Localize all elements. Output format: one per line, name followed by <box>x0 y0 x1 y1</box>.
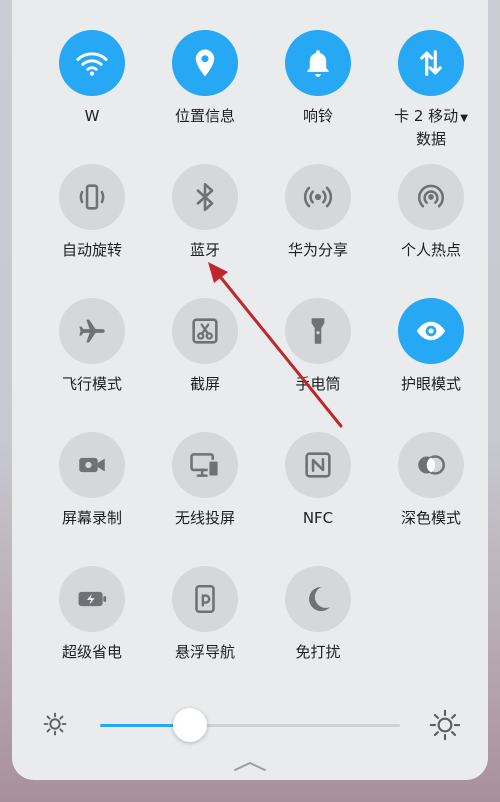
tile-screen-record[interactable]: 屏幕录制 <box>37 432 147 529</box>
tile-mobile-data-label-line2: 数据 <box>415 130 446 148</box>
tile-screenshot[interactable]: 截屏 <box>150 298 260 395</box>
brightness-slider[interactable] <box>0 702 500 748</box>
tile-mobile-data[interactable]: 卡 2 移动 ▼ 数据 <box>376 30 486 150</box>
tile-auto-rotate[interactable]: 自动旋转 <box>37 164 147 261</box>
tile-nfc[interactable]: NFC <box>263 432 373 529</box>
tile-floating-nav[interactable]: 悬浮导航 <box>150 566 260 663</box>
tile-nfc-button[interactable] <box>285 432 351 498</box>
tile-mobile-data-label-line1: 卡 2 移动 <box>394 107 459 125</box>
brightness-low-icon <box>43 712 67 736</box>
tile-eye-comfort[interactable]: 护眼模式 <box>376 298 486 395</box>
tile-wireless-projection[interactable]: 无线投屏 <box>150 432 260 529</box>
bluetooth-icon <box>196 182 214 212</box>
data-arrows-icon <box>420 50 442 76</box>
tile-mobile-data-button[interactable] <box>398 30 464 96</box>
tile-screen-record-label: 屏幕录制 <box>61 509 122 527</box>
tile-airplane-button[interactable] <box>59 298 125 364</box>
rotate-icon <box>79 184 105 210</box>
projection-icon <box>190 453 220 478</box>
nfc-icon <box>305 452 331 478</box>
brightness-thumb[interactable] <box>173 708 207 742</box>
screenshot-icon <box>192 318 218 344</box>
tile-auto-rotate-label: 自动旋转 <box>61 241 122 259</box>
tile-floating-nav-label: 悬浮导航 <box>174 643 235 661</box>
tile-ring[interactable]: 响铃 <box>263 30 373 127</box>
floating-nav-icon <box>195 584 215 614</box>
dark-mode-icon <box>418 455 446 475</box>
tile-huawei-share-label: 华为分享 <box>287 241 348 259</box>
tile-flashlight-button[interactable] <box>285 298 351 364</box>
battery-icon <box>78 591 107 607</box>
tile-bluetooth-button[interactable] <box>172 164 238 230</box>
tile-dark-mode[interactable]: 深色模式 <box>376 432 486 529</box>
flashlight-icon <box>311 318 325 344</box>
tile-wireless-projection-button[interactable] <box>172 432 238 498</box>
tile-flashlight-label: 手电筒 <box>295 375 341 393</box>
share-waves-icon <box>303 186 333 208</box>
tile-nfc-label: NFC <box>302 509 334 527</box>
tile-screenshot-label: 截屏 <box>189 375 220 393</box>
tile-hotspot-button[interactable] <box>398 164 464 230</box>
tile-bluetooth[interactable]: 蓝牙 <box>150 164 260 261</box>
tile-power-saving[interactable]: 超级省电 <box>37 566 147 663</box>
tile-location-label: 位置信息 <box>174 107 235 125</box>
tile-do-not-disturb-label: 免打扰 <box>295 643 341 661</box>
hotspot-icon <box>418 184 444 208</box>
moon-icon <box>309 586 331 612</box>
tile-wireless-projection-label: 无线投屏 <box>174 509 235 527</box>
quick-settings-panel: W 位置信息 响铃 卡 2 移动 ▼ 数据 自动旋转 蓝牙 华为分享 个人热点 … <box>12 0 488 780</box>
tile-do-not-disturb[interactable]: 免打扰 <box>263 566 373 663</box>
tile-hotspot[interactable]: 个人热点 <box>376 164 486 261</box>
tile-wifi[interactable]: W <box>37 30 147 127</box>
airplane-icon <box>79 319 105 343</box>
tile-dark-mode-label: 深色模式 <box>400 509 461 527</box>
tile-ring-button[interactable] <box>285 30 351 96</box>
tile-huawei-share[interactable]: 华为分享 <box>263 164 373 261</box>
tile-airplane-label: 飞行模式 <box>61 375 122 393</box>
tile-power-saving-button[interactable] <box>59 566 125 632</box>
tile-location-button[interactable] <box>172 30 238 96</box>
tile-auto-rotate-button[interactable] <box>59 164 125 230</box>
tile-bluetooth-label: 蓝牙 <box>189 241 220 259</box>
tile-do-not-disturb-button[interactable] <box>285 566 351 632</box>
location-pin-icon <box>195 49 215 77</box>
panel-collapse-handle[interactable] <box>232 760 268 772</box>
tile-hotspot-label: 个人热点 <box>400 241 461 259</box>
tile-mobile-data-label: 卡 2 移动 ▼ 数据 <box>394 106 468 150</box>
tile-ring-label: 响铃 <box>302 107 333 125</box>
caret-down-icon: ▼ <box>460 113 468 124</box>
tile-screen-record-button[interactable] <box>59 432 125 498</box>
wifi-icon <box>76 52 108 76</box>
tile-flashlight[interactable]: 手电筒 <box>263 298 373 395</box>
brightness-high-icon <box>429 709 461 741</box>
tile-eye-comfort-button[interactable] <box>398 298 464 364</box>
brightness-track[interactable] <box>100 724 400 727</box>
tile-airplane[interactable]: 飞行模式 <box>37 298 147 395</box>
bell-icon <box>307 50 329 77</box>
eye-icon <box>416 321 446 341</box>
tile-wifi-button[interactable] <box>59 30 125 96</box>
tile-power-saving-label: 超级省电 <box>61 643 122 661</box>
tile-screenshot-button[interactable] <box>172 298 238 364</box>
tile-huawei-share-button[interactable] <box>285 164 351 230</box>
camera-record-icon <box>79 457 105 473</box>
tile-eye-comfort-label: 护眼模式 <box>400 375 461 393</box>
tile-dark-mode-button[interactable] <box>398 432 464 498</box>
tile-location[interactable]: 位置信息 <box>150 30 260 127</box>
tile-floating-nav-button[interactable] <box>172 566 238 632</box>
tile-wifi-label: W <box>84 107 100 125</box>
